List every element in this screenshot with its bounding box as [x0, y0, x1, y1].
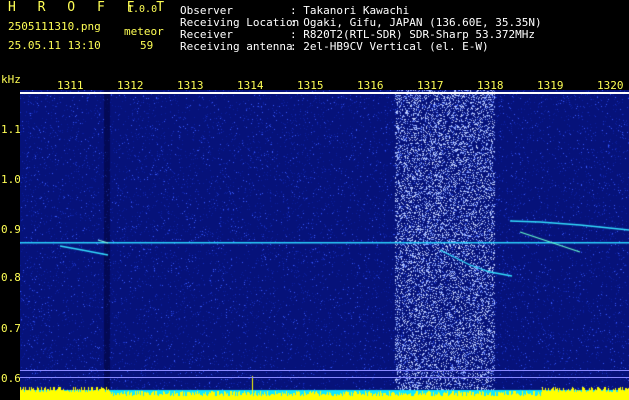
antenna-key: Receiving antenna	[180, 40, 293, 53]
y-tick-label: 0.7	[1, 322, 21, 335]
y-tick-label: 0.8	[1, 271, 21, 284]
y-tick-label: 0.6	[1, 372, 21, 385]
y-tick-label: 1.1	[1, 123, 21, 136]
app-version: 1.0.0	[127, 4, 158, 15]
y-tick-label: 1.0	[1, 173, 21, 186]
file-name: 2505111310.png	[8, 20, 101, 33]
reference-line	[20, 370, 629, 371]
y-tick-label: 0.9	[1, 223, 21, 236]
reference-line	[20, 377, 629, 378]
spectrogram-top-border	[20, 92, 629, 94]
meteor-label: meteor	[124, 25, 164, 38]
spectrogram	[20, 90, 629, 400]
capture-datetime: 25.05.11 13:10	[8, 39, 101, 52]
hrofft-window: H R O F F T 1.0.0 2505111310.png 25.05.1…	[0, 0, 629, 400]
meteor-count: 59	[140, 39, 154, 52]
antenna-value: : 2el-HB9CV Vertical (el. E-W)	[290, 40, 489, 53]
y-axis-unit: kHz	[1, 73, 21, 86]
